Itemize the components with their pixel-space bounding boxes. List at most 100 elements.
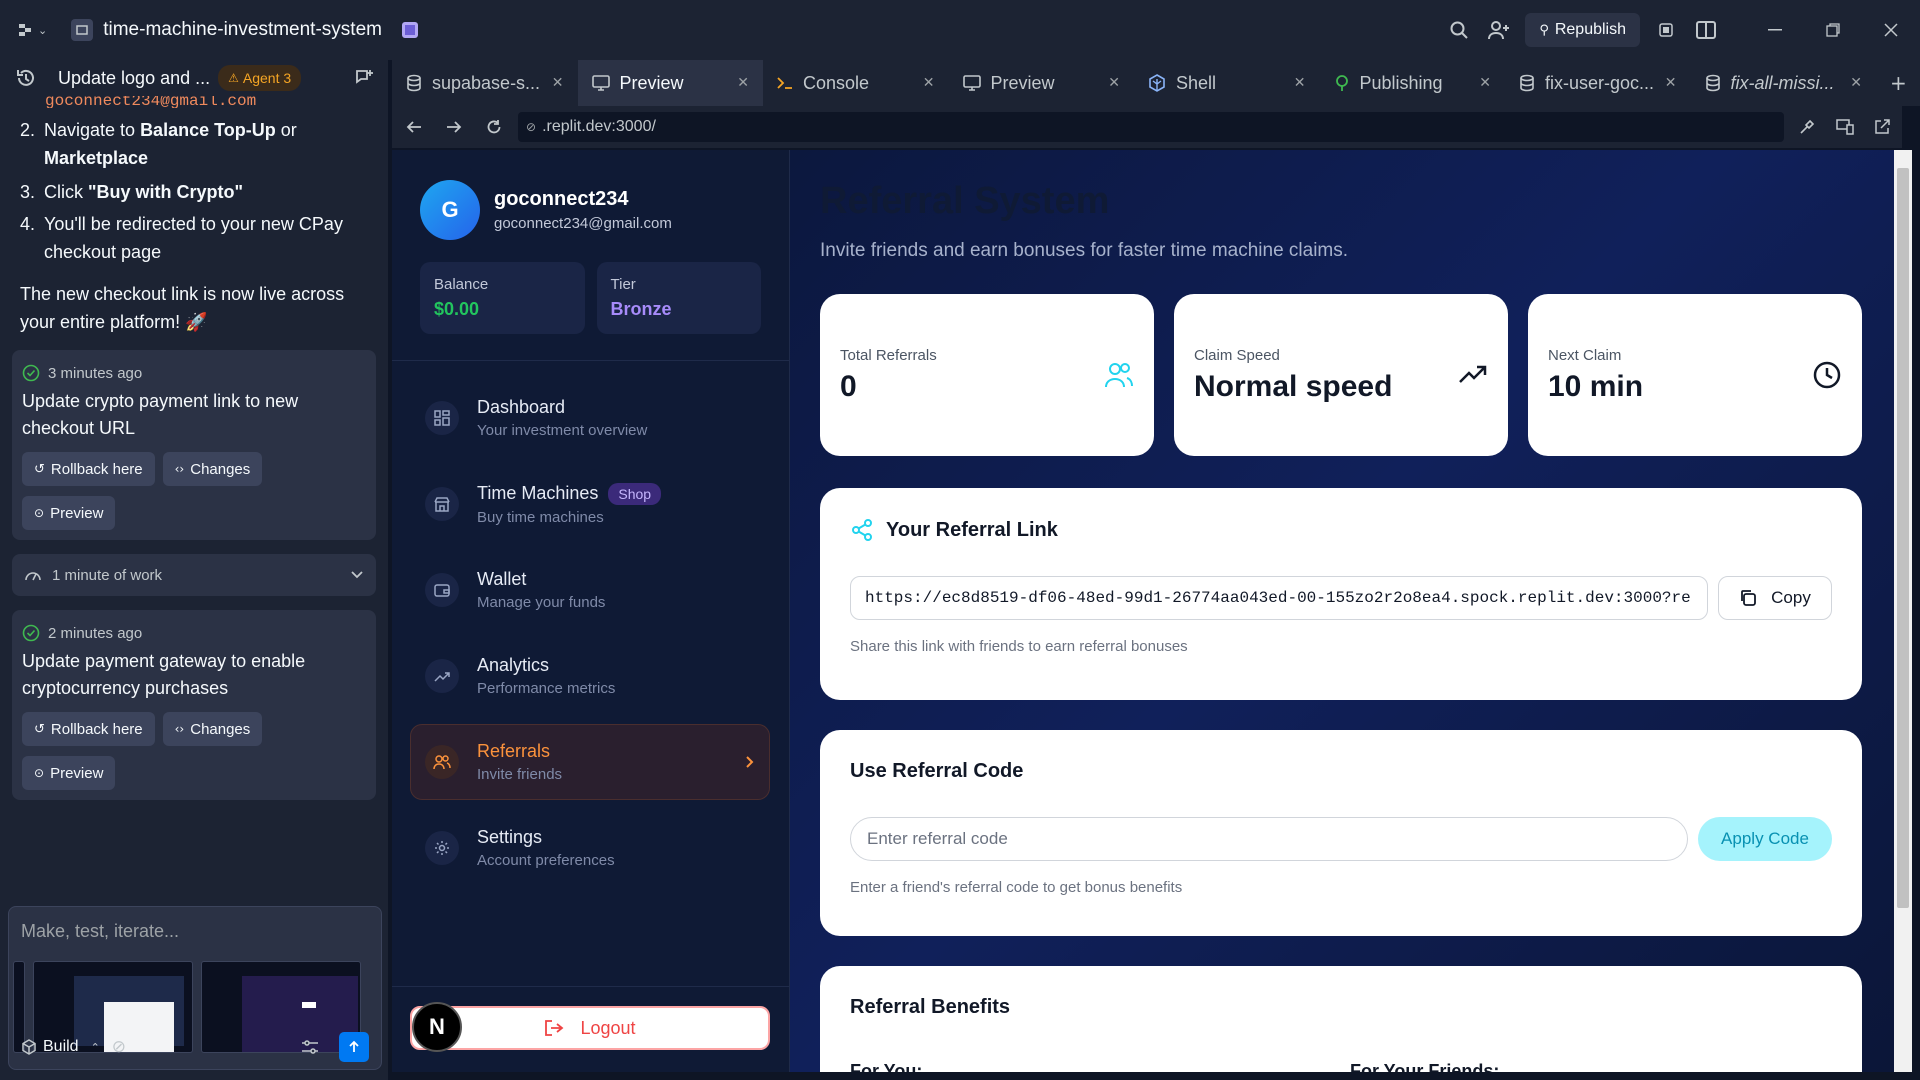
copy-button[interactable]: Copy xyxy=(1718,576,1832,620)
sidebar-item-analytics[interactable]: Analytics Performance metrics xyxy=(410,638,770,714)
nav-subtitle: Buy time machines xyxy=(477,508,604,526)
use-referral-code-card: Use Referral Code Enter referral code Ap… xyxy=(820,730,1862,936)
back-icon[interactable] xyxy=(398,120,430,134)
checkpoint-when: 3 minutes ago xyxy=(48,364,143,382)
close-tab-icon[interactable]: ✕ xyxy=(552,75,564,91)
preview-scrollbar[interactable] xyxy=(1894,150,1912,1072)
settings-sliders-icon[interactable] xyxy=(301,1039,319,1055)
tab-fix-all-missi[interactable]: fix-all-missi... ✕ xyxy=(1691,60,1877,106)
sidebar-item-referrals[interactable]: Referrals Invite friends xyxy=(410,724,770,800)
close-tab-icon[interactable]: ✕ xyxy=(1665,75,1677,91)
referral-link-field[interactable]: https://ec8d8519-df06-48ed-99d1-26774aa0… xyxy=(850,576,1708,620)
new-tab-button[interactable]: + xyxy=(1876,60,1920,106)
nav-subtitle: Performance metrics xyxy=(477,680,616,697)
nav-subtitle: Account preferences xyxy=(477,852,615,869)
republish-button[interactable]: ⚲ Republish xyxy=(1525,13,1640,47)
close-tab-icon[interactable]: ✕ xyxy=(1850,75,1862,91)
nav-title: Wallet xyxy=(477,569,527,589)
deploy-status-icon[interactable] xyxy=(1646,10,1686,50)
sidebar-item-wallet[interactable]: Wallet Manage your funds xyxy=(410,552,770,628)
step-number: 2. xyxy=(20,120,36,140)
new-chat-icon[interactable] xyxy=(354,68,374,88)
tab-label: fix-all-missi... xyxy=(1730,72,1835,93)
devtools-icon[interactable] xyxy=(1792,118,1822,136)
rollback-button[interactable]: ↺ Rollback here xyxy=(22,712,155,746)
benefits-heading: Referral Benefits xyxy=(850,996,1011,1018)
close-tab-icon[interactable]: ✕ xyxy=(1108,75,1120,91)
close-window-icon[interactable] xyxy=(1862,0,1920,60)
build-mode-button[interactable]: Build ⌃ xyxy=(21,1038,100,1056)
work-summary[interactable]: 1 minute of work xyxy=(12,554,376,596)
users-icon xyxy=(425,745,459,779)
tier-label: Tier xyxy=(610,276,636,293)
replit-menu-icon[interactable]: ⌄ xyxy=(18,22,47,38)
scrollbar-thumb[interactable] xyxy=(1897,168,1909,908)
history-icon[interactable] xyxy=(16,68,36,88)
invite-user-icon[interactable] xyxy=(1479,10,1519,50)
restore-icon[interactable] xyxy=(1804,0,1862,60)
chat-title[interactable]: Update logo and ... xyxy=(58,68,210,89)
minimize-icon[interactable] xyxy=(1746,0,1804,60)
changes-button[interactable]: ‹› Changes xyxy=(162,452,263,486)
check-circle-icon xyxy=(22,364,40,382)
forward-icon[interactable] xyxy=(438,120,470,134)
rollback-label: Rollback here xyxy=(50,460,143,478)
url-field[interactable]: ⊘ .replit.dev:3000/ xyxy=(518,112,1784,142)
attach-icon[interactable]: ⊘ xyxy=(112,1037,126,1057)
step-text: Navigate to Balance Top-Up or Marketplac… xyxy=(44,116,368,172)
composer-input[interactable]: Make, test, iterate... xyxy=(9,907,381,956)
database-icon xyxy=(1519,74,1535,92)
chevron-down-icon xyxy=(350,570,364,580)
sidebar-item-dashboard[interactable]: Dashboard Your investment overview xyxy=(410,380,770,456)
tab-supabase-s[interactable]: supabase-s... ✕ xyxy=(392,60,578,106)
tab-preview[interactable]: Preview ✕ xyxy=(577,60,763,106)
rollback-button[interactable]: ↺ Rollback here xyxy=(22,452,155,486)
republish-label: Republish xyxy=(1554,21,1626,38)
composer[interactable]: Make, test, iterate... Build ⌃ ⊘ xyxy=(8,906,382,1070)
referral-link-card: Your Referral Link https://ec8d8519-df06… xyxy=(820,488,1862,700)
send-button[interactable] xyxy=(339,1032,369,1062)
referral-page: Referral System Invite friends and earn … xyxy=(790,150,1894,1072)
reload-icon[interactable] xyxy=(478,119,510,135)
search-icon[interactable] xyxy=(1439,10,1479,50)
plus-icon: + xyxy=(1890,71,1907,95)
speed-icon xyxy=(24,567,42,583)
stat-card-next-claim: Next Claim 10 min xyxy=(1528,294,1862,456)
project-name[interactable]: time-machine-investment-system xyxy=(103,19,382,41)
checkpoint-card: 2 minutes ago Update payment gateway to … xyxy=(12,610,376,800)
close-tab-icon[interactable]: ✕ xyxy=(1479,75,1491,91)
apply-code-button[interactable]: Apply Code xyxy=(1698,817,1832,861)
close-tab-icon[interactable]: ✕ xyxy=(923,75,935,91)
device-icon[interactable] xyxy=(1830,119,1860,135)
preview-button[interactable]: ⊙ Preview xyxy=(22,496,116,530)
tab-console[interactable]: Console ✕ xyxy=(763,60,949,106)
tab-shell[interactable]: Shell ✕ xyxy=(1134,60,1320,106)
agent-badge[interactable]: ⚠ Agent 3 xyxy=(218,65,302,91)
close-tab-icon[interactable]: ✕ xyxy=(737,75,749,91)
checkpoint-card: 3 minutes ago Update crypto payment link… xyxy=(12,350,376,540)
sidebar-item-settings[interactable]: Settings Account preferences xyxy=(410,810,770,886)
nav-title: Settings xyxy=(477,827,543,847)
changes-button[interactable]: ‹› Changes xyxy=(162,712,263,746)
open-external-icon[interactable] xyxy=(1868,119,1896,135)
step-number: 3. xyxy=(20,182,36,202)
divider xyxy=(392,360,790,361)
tab-publishing[interactable]: Publishing ✕ xyxy=(1320,60,1506,106)
close-tab-icon[interactable]: ✕ xyxy=(1294,75,1306,91)
logout-icon xyxy=(544,1019,564,1037)
sidebar-item-time-machines[interactable]: Time Machines Shop Buy time machines xyxy=(410,466,770,542)
nextjs-badge[interactable]: N xyxy=(412,1002,462,1052)
chat-messages[interactable]: goconnect234@gmail.com 2. Navigate to Ba… xyxy=(0,96,388,886)
logout-button[interactable]: Logout xyxy=(410,1006,770,1050)
username: goconnect234 xyxy=(494,188,629,210)
benefits-for-friends: For Your Friends: xyxy=(1350,1061,1500,1072)
tab-fix-user-goc[interactable]: fix-user-goc... ✕ xyxy=(1505,60,1691,106)
rollback-icon: ↺ xyxy=(34,721,45,737)
layout-toggle-icon[interactable] xyxy=(1686,10,1726,50)
sidebar-nav: Dashboard Your investment overview Time Ma… xyxy=(410,380,770,896)
preview-button[interactable]: ⊙ Preview xyxy=(22,756,116,790)
tab-label: fix-user-goc... xyxy=(1545,72,1655,93)
avatar[interactable]: G xyxy=(420,180,480,240)
referral-code-input[interactable]: Enter referral code xyxy=(850,817,1688,861)
tab-preview[interactable]: Preview ✕ xyxy=(949,60,1135,106)
